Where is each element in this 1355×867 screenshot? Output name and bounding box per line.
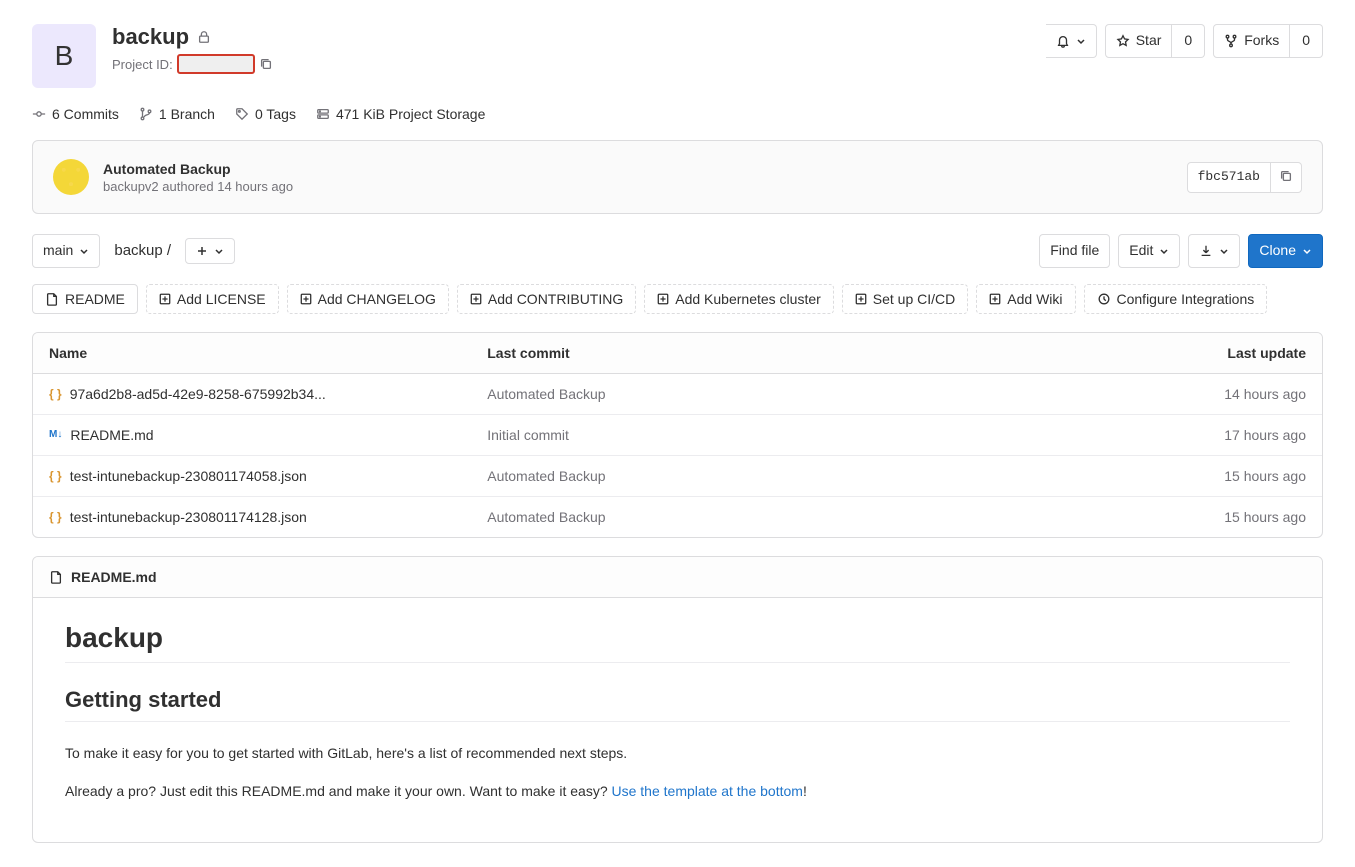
branches-stat[interactable]: 1 Branch: [139, 106, 215, 122]
readme-filename[interactable]: README.md: [71, 569, 157, 585]
project-avatar: B: [32, 24, 96, 88]
document-icon: [45, 292, 59, 306]
file-name[interactable]: README.md: [70, 427, 153, 443]
forks-button[interactable]: Forks: [1213, 24, 1290, 58]
plus-square-icon: [300, 293, 312, 305]
readme-h1: backup: [65, 622, 1290, 663]
branch-icon: [139, 107, 153, 121]
forks-label: Forks: [1244, 31, 1279, 51]
plus-square-icon: [159, 293, 171, 305]
star-icon: [1116, 34, 1130, 48]
chevron-down-icon: [79, 246, 89, 256]
file-name[interactable]: 97a6d2b8-ad5d-42e9-8258-675992b34...: [70, 386, 326, 402]
file-last-commit[interactable]: Automated Backup: [471, 455, 1090, 496]
document-icon: [49, 570, 63, 584]
file-table: Name Last commit Last update { } 97a6d2b8…: [32, 332, 1323, 538]
commit-author[interactable]: backupv2: [103, 179, 159, 194]
commit-icon: [32, 107, 46, 121]
col-name: Name: [33, 333, 471, 374]
commit-when: 14 hours ago: [217, 179, 293, 194]
quick-action-add-wiki[interactable]: Add Wiki: [976, 284, 1075, 314]
copy-project-id-icon[interactable]: [259, 57, 273, 71]
edit-button[interactable]: Edit: [1118, 234, 1180, 268]
plus-square-icon: [989, 293, 1001, 305]
last-commit-card: Automated Backup backupv2 authored 14 ho…: [32, 140, 1323, 214]
plus-square-icon: [470, 293, 482, 305]
table-row: { } test-intunebackup-230801174058.json Au…: [33, 455, 1322, 496]
file-last-update: 17 hours ago: [1090, 414, 1322, 455]
readme-card: README.md backup Getting started To make…: [32, 556, 1323, 844]
file-last-commit[interactable]: Automated Backup: [471, 496, 1090, 537]
readme-p1: To make it easy for you to get started w…: [65, 742, 1290, 764]
chevron-down-icon: [214, 246, 224, 256]
star-label: Star: [1136, 31, 1162, 51]
commit-verb: authored: [162, 179, 213, 194]
json-file-icon: { }: [49, 387, 62, 401]
table-row: M↓ README.md Initial commit17 hours ago: [33, 414, 1322, 455]
copy-sha-button[interactable]: [1271, 162, 1302, 193]
notification-button[interactable]: [1046, 24, 1097, 58]
quick-action-add-license[interactable]: Add LICENSE: [146, 284, 279, 314]
plus-square-icon: [855, 293, 867, 305]
json-file-icon: { }: [49, 510, 62, 524]
gear-icon: [1097, 292, 1111, 306]
plus-icon: [196, 245, 208, 257]
download-button[interactable]: [1188, 234, 1240, 268]
file-last-update: 14 hours ago: [1090, 374, 1322, 414]
forks-count[interactable]: 0: [1290, 24, 1323, 58]
commit-title[interactable]: Automated Backup: [103, 161, 293, 177]
project-id-label: Project ID:: [112, 57, 173, 72]
readme-p2: Already a pro? Just edit this README.md …: [65, 780, 1290, 802]
file-last-update: 15 hours ago: [1090, 455, 1322, 496]
storage-icon: [316, 107, 330, 121]
quick-action-readme[interactable]: README: [32, 284, 138, 314]
branch-select[interactable]: main: [32, 234, 100, 268]
quick-action-add-kubernetes-cluster[interactable]: Add Kubernetes cluster: [644, 284, 834, 314]
quick-action-set-up-ci/cd[interactable]: Set up CI/CD: [842, 284, 968, 314]
chevron-down-icon: [1302, 246, 1312, 256]
project-title: backup: [112, 24, 189, 50]
download-icon: [1199, 244, 1213, 258]
star-count[interactable]: 0: [1172, 24, 1205, 58]
clone-button[interactable]: Clone: [1248, 234, 1323, 268]
markdown-file-icon: M↓: [49, 429, 62, 440]
forks-button-group: Forks 0: [1213, 24, 1323, 58]
chevron-down-icon: [1159, 246, 1169, 256]
find-file-button[interactable]: Find file: [1039, 234, 1110, 268]
table-row: { } 97a6d2b8-ad5d-42e9-8258-675992b34... A…: [33, 374, 1322, 414]
project-id-redacted: [177, 54, 255, 74]
chevron-down-icon: [1076, 36, 1086, 46]
clipboard-icon: [1279, 169, 1293, 183]
file-name[interactable]: test-intunebackup-230801174058.json: [70, 468, 307, 484]
file-last-commit[interactable]: Initial commit: [471, 414, 1090, 455]
lock-icon: [197, 30, 211, 44]
col-update: Last update: [1090, 333, 1322, 374]
tag-icon: [235, 107, 249, 121]
readme-template-link[interactable]: Use the template at the bottom: [612, 783, 803, 799]
notification-button-group: [1046, 24, 1097, 58]
breadcrumb[interactable]: backup /: [114, 242, 171, 259]
file-last-update: 15 hours ago: [1090, 496, 1322, 537]
chevron-down-icon: [1219, 246, 1229, 256]
commit-sha[interactable]: fbc571ab: [1187, 162, 1271, 193]
json-file-icon: { }: [49, 469, 62, 483]
file-last-commit[interactable]: Automated Backup: [471, 374, 1090, 414]
star-button[interactable]: Star: [1105, 24, 1173, 58]
tags-stat[interactable]: 0 Tags: [235, 106, 296, 122]
commit-author-avatar[interactable]: [53, 159, 89, 195]
quick-action-add-contributing[interactable]: Add CONTRIBUTING: [457, 284, 636, 314]
bell-icon: [1056, 34, 1070, 48]
star-button-group: Star 0: [1105, 24, 1205, 58]
plus-square-icon: [657, 293, 669, 305]
readme-h2: Getting started: [65, 687, 1290, 722]
commits-stat[interactable]: 6 Commits: [32, 106, 119, 122]
fork-icon: [1224, 34, 1238, 48]
storage-stat: 471 KiB Project Storage: [316, 106, 485, 122]
table-row: { } test-intunebackup-230801174128.json Au…: [33, 496, 1322, 537]
col-commit: Last commit: [471, 333, 1090, 374]
quick-action-configure-integrations[interactable]: Configure Integrations: [1084, 284, 1268, 314]
file-name[interactable]: test-intunebackup-230801174128.json: [70, 509, 307, 525]
quick-action-add-changelog[interactable]: Add CHANGELOG: [287, 284, 449, 314]
add-file-button[interactable]: [185, 238, 235, 264]
